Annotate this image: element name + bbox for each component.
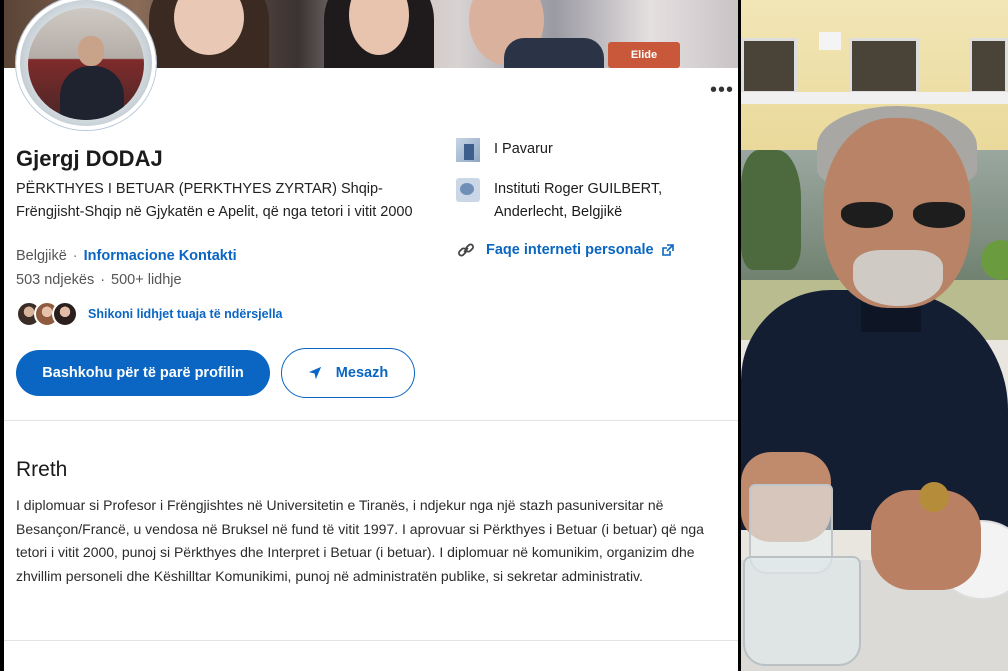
- photo-window: [849, 38, 919, 94]
- photo-glass: [743, 556, 861, 666]
- profile-name: Gjergj DODAJ: [16, 146, 163, 171]
- message-button-label: Mesazh: [335, 365, 389, 381]
- separator-dot: ·: [72, 248, 78, 264]
- about-section-text: I diplomuar si Profesor i Frëngjishtes n…: [16, 497, 704, 584]
- cover-sign: Elide: [608, 42, 680, 68]
- message-button[interactable]: Mesazh: [281, 348, 415, 398]
- section-divider: [4, 420, 738, 421]
- separator-dot: ·: [100, 272, 106, 288]
- photo-sunglasses: [841, 202, 965, 230]
- personal-photo: [741, 0, 1008, 671]
- profile-location: Belgjikë: [16, 248, 67, 264]
- connections-count: 500+ lidhje: [111, 272, 182, 288]
- photo-beard: [853, 250, 943, 306]
- profile-card: Elide ••• Gjergj DODAJ PËRKTHYES I BETUA…: [4, 0, 738, 671]
- followers-count: 503 ndjekës: [16, 272, 95, 288]
- join-to-view-profile-button[interactable]: Bashkohu për të parë profilin: [16, 350, 270, 396]
- send-icon: [308, 366, 321, 380]
- profile-stats: 503 ndjekës · 500+ lidhje: [16, 272, 182, 288]
- side-info: I Pavarur Instituti Roger GUILBERT, Ande…: [456, 138, 726, 260]
- photo-balcony: [741, 92, 1008, 104]
- current-company[interactable]: I Pavarur: [456, 138, 726, 162]
- profile-headline: PËRKTHYES I BETUAR (PERKTHYES ZYRTAR) Sh…: [16, 181, 413, 220]
- school-name: Instituti Roger GUILBERT, Anderlecht, Be…: [494, 181, 663, 220]
- photo-window: [969, 38, 1008, 94]
- photo-window: [741, 38, 797, 94]
- website-row[interactable]: Faqe interneti personale: [456, 240, 726, 260]
- external-link-icon: [661, 244, 674, 256]
- company-logo-icon: [456, 138, 480, 162]
- location-line: Belgjikë · Informacione Kontakti: [16, 248, 237, 264]
- photo-air-conditioner: [819, 32, 841, 50]
- mutual-connections-link[interactable]: Shikoni lidhjet tuaja të ndërsjella: [88, 307, 283, 321]
- section-divider: [4, 640, 738, 641]
- mutual-avatar: [52, 301, 78, 327]
- school-logo-icon: [456, 178, 480, 202]
- mutual-connections[interactable]: Shikoni lidhjet tuaja të ndërsjella: [16, 301, 283, 327]
- profile-avatar[interactable]: [16, 0, 156, 130]
- avatar-body: [60, 66, 124, 120]
- more-options-icon[interactable]: •••: [710, 80, 734, 100]
- about-section-title: Rreth: [16, 458, 68, 481]
- website-link[interactable]: Faqe interneti personale: [486, 242, 654, 258]
- photo-tree: [741, 150, 801, 270]
- company-name: I Pavarur: [494, 141, 553, 157]
- education[interactable]: Instituti Roger GUILBERT, Anderlecht, Be…: [456, 178, 726, 224]
- photo-watch: [919, 482, 949, 512]
- contact-info-link[interactable]: Informacione Kontakti: [84, 248, 237, 264]
- cover-person-3-suit: [504, 38, 604, 68]
- avatar-head: [78, 36, 104, 66]
- link-icon: [458, 243, 474, 257]
- avatar-photo: [28, 8, 144, 120]
